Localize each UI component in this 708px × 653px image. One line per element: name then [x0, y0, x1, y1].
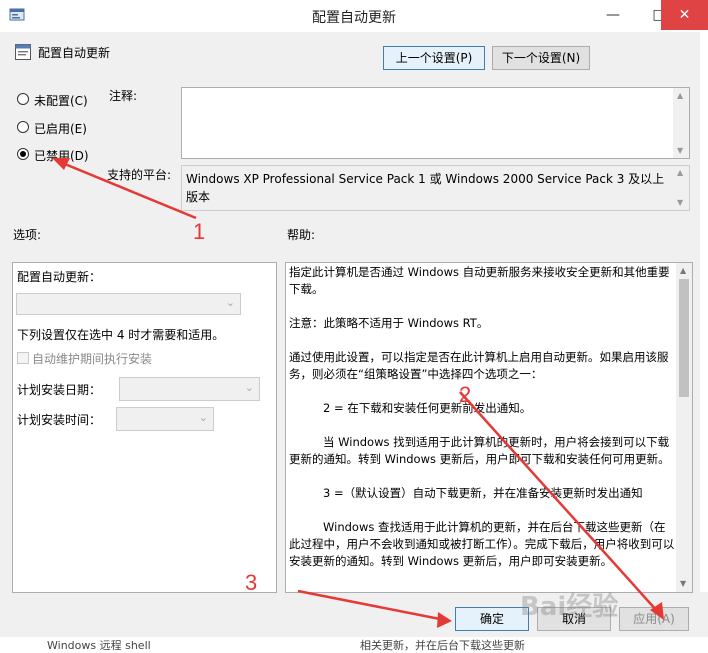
scroll-down-icon[interactable]: ▼	[677, 198, 683, 207]
annotation-number-3: 3	[245, 570, 258, 595]
comment-textarea[interactable]: ▲ ▼	[181, 87, 690, 159]
radio-label: 未配置(C)	[34, 94, 88, 108]
help-paragraph: Windows 查找适用于此计算机的更新，并在后台下载这些更新（在此过程中，用户…	[289, 520, 675, 568]
schedule-day-select[interactable]: ⌄	[119, 377, 260, 401]
help-scroll-thumb[interactable]	[679, 279, 689, 397]
help-paragraph: 2 = 在下载和安装任何更新前发出通知。	[323, 401, 532, 415]
radio-circle[interactable]	[17, 121, 29, 133]
schedule-day-label: 计划安装日期：	[17, 383, 102, 397]
ok-button[interactable]: 确定	[455, 607, 529, 631]
comment-scrollbar[interactable]: ▲ ▼	[673, 88, 689, 158]
help-paragraph: 3 =（默认设置）自动下载更新，并在准备安装更新时发出通知	[323, 486, 643, 500]
supported-scrollbar[interactable]: ▲ ▼	[673, 166, 689, 210]
background-window-edge	[700, 32, 708, 592]
configure-label: 配置自动更新：	[17, 270, 102, 284]
configure-select[interactable]: ⌄	[16, 293, 241, 315]
title-bar[interactable]: 配置自动更新 — □ ✕	[0, 0, 708, 32]
supported-label: 支持的平台:	[107, 168, 172, 182]
maintenance-checkbox-label: 自动维护期间执行安装	[32, 352, 153, 366]
supported-platform-text: Windows XP Professional Service Pack 1 或…	[186, 172, 665, 204]
scroll-down-icon[interactable]: ▼	[680, 579, 686, 588]
help-paragraph: 指定此计算机是否通过 Windows 自动更新服务来接收安全更新和其他重要下载。	[289, 265, 670, 296]
maintenance-checkbox[interactable]	[17, 352, 29, 364]
options-title: 选项:	[13, 228, 42, 242]
schedule-time-label: 计划安装时间：	[17, 413, 102, 427]
background-taskbar-strip: Windows 远程 shell 相关更新，并在后台下载这些更新	[0, 637, 708, 652]
apply-button[interactable]: 应用(A)	[619, 607, 689, 631]
policy-name: 配置自动更新	[38, 46, 111, 60]
radio-circle-selected[interactable]	[17, 148, 29, 160]
close-icon[interactable]: ✕	[661, 0, 708, 30]
annotation-number-1: 1	[193, 219, 206, 244]
policy-icon	[15, 44, 31, 60]
schedule-time-select[interactable]: ⌄	[116, 407, 214, 431]
help-paragraph: 当 Windows 找到适用于此计算机的更新时，用户将会接到可以下载更新的通知。…	[289, 435, 670, 466]
minimize-icon[interactable]: —	[590, 0, 636, 30]
radio-circle[interactable]	[17, 93, 29, 105]
radio-label: 已禁用(D)	[34, 149, 89, 163]
next-setting-button[interactable]: 下一个设置(N)	[492, 46, 590, 70]
options-panel: 配置自动更新： ⌄ 下列设置仅在选中 4 时才需要和适用。 自动维护期间执行安装…	[12, 262, 277, 593]
chevron-down-icon: ⌄	[198, 411, 208, 424]
help-scrollbar[interactable]: ▲ ▼	[676, 263, 692, 592]
previous-setting-button[interactable]: 上一个设置(P)	[383, 46, 485, 70]
scroll-up-icon[interactable]: ▲	[677, 168, 683, 177]
background-text: 相关更新，并在后台下载这些更新	[360, 639, 525, 652]
help-content: 指定此计算机是否通过 Windows 自动更新服务来接收安全更新和其他重要下载。…	[289, 264, 675, 587]
radio-label: 已启用(E)	[34, 122, 87, 136]
options-note: 下列设置仅在选中 4 时才需要和适用。	[17, 328, 225, 342]
supported-platform-box: Windows XP Professional Service Pack 1 或…	[181, 165, 690, 211]
help-panel: 指定此计算机是否通过 Windows 自动更新服务来接收安全更新和其他重要下载。…	[285, 262, 693, 593]
help-paragraph: 通过使用此设置，可以指定是否在此计算机上启用自动更新。如果启用该服务，则必须在“…	[289, 350, 669, 381]
chevron-down-icon: ⌄	[225, 296, 235, 309]
watermark: Bai经验	[520, 592, 619, 622]
help-paragraph: 注意：此策略不适用于 Windows RT。	[289, 316, 489, 330]
scroll-up-icon[interactable]: ▲	[680, 266, 686, 275]
annotation-number-2: 2	[459, 382, 472, 407]
chevron-down-icon: ⌄	[244, 381, 254, 394]
comment-label: 注释:	[109, 89, 138, 103]
scroll-up-icon[interactable]: ▲	[677, 91, 683, 100]
help-title: 帮助:	[287, 228, 316, 242]
background-text: Windows 远程 shell	[47, 639, 151, 652]
scroll-down-icon[interactable]: ▼	[677, 146, 683, 155]
dialog-window: 配置自动更新 — □ ✕ 配置自动更新 上一个设置(P) 下一个设置(N) 未配…	[0, 0, 708, 652]
